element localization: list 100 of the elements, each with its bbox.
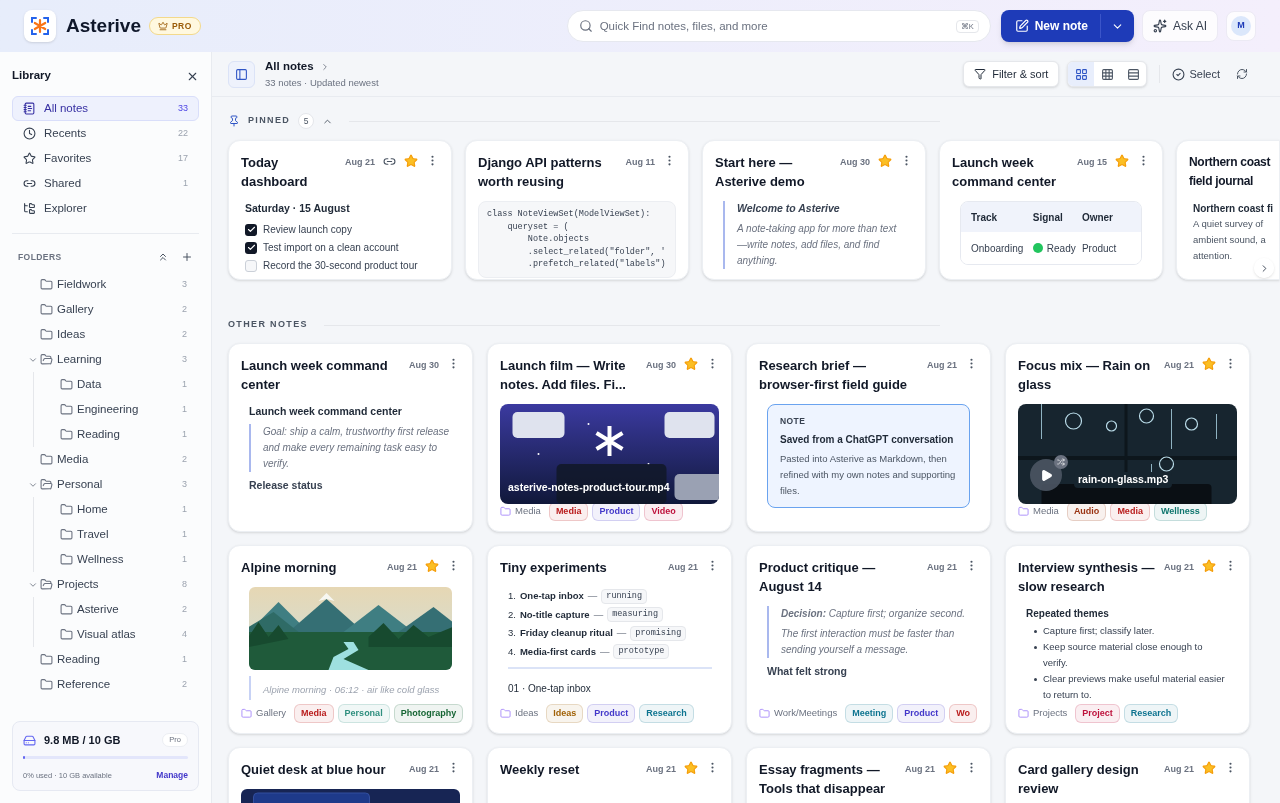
note-card[interactable]: Quiet desk at blue hour Aug 21 bbox=[228, 747, 473, 803]
folder-item[interactable]: Asterive 2 bbox=[12, 597, 199, 622]
bullet-text: Capture first; classify later. bbox=[1043, 624, 1155, 638]
folder-item[interactable]: Reference 2 bbox=[12, 672, 199, 697]
tag[interactable]: Wo bbox=[949, 703, 978, 723]
tag[interactable]: Personal bbox=[337, 703, 390, 723]
star-icon[interactable] bbox=[878, 154, 892, 168]
folder-item[interactable]: Wellness 1 bbox=[12, 547, 199, 572]
note-title: Launch week command center bbox=[952, 154, 1058, 191]
star-icon[interactable] bbox=[684, 761, 698, 775]
folder-item[interactable]: Reading 1 bbox=[12, 647, 199, 672]
note-card[interactable]: Tiny experiments Aug 21 1. One-tap inbox — running 2. No-title capture — measuring 3. Friday cleanup ritual — promising 4. Media-first cards — prototype 01 · One-tap inbox Ideas Ideas Product Research bbox=[487, 545, 732, 734]
folder-item[interactable]: Engineering 1 bbox=[12, 397, 199, 422]
note-card[interactable]: Research brief — browser-first field guide Aug 21 NOTE Saved from a ChatGPT conversation Pasted into Asterive as Markdown, then refined with my own notes and supporting files. bbox=[746, 343, 991, 532]
tag[interactable]: Audio bbox=[1066, 501, 1107, 521]
dash: — bbox=[593, 607, 604, 622]
tag[interactable]: Research bbox=[1123, 703, 1179, 723]
star-icon[interactable] bbox=[1202, 761, 1216, 775]
folder-icon bbox=[40, 678, 53, 691]
note-card[interactable]: Alpine morning Aug 21 Alpine morning · 06:12 · air like cold glass Gallery Media Personal Photography bbox=[228, 545, 473, 734]
tag[interactable]: Wellness bbox=[1153, 501, 1207, 521]
note-card[interactable]: Product critique — August 14 Aug 21 Decision: Capture first; organize second. The first interaction must be faster than sending yourself a message. What felt strong Work/Meetings Meeting Product Wo bbox=[746, 545, 991, 734]
filter-sort-button[interactable]: Filter & sort bbox=[963, 61, 1060, 87]
note-card[interactable]: Focus mix — Rain on glass Aug 21 rain-on-glass.mp3 Media Audio Media Wellness bbox=[1005, 343, 1250, 532]
note-card[interactable]: Today dashboard Aug 21 Saturday · 15 August Review launch copy Test import on a clean account Record the 30-second product tour bbox=[228, 140, 452, 280]
tag[interactable]: Meeting bbox=[845, 703, 894, 723]
tag[interactable]: Media bbox=[294, 703, 334, 723]
link-icon[interactable] bbox=[383, 155, 396, 168]
collapse-all-button[interactable] bbox=[157, 251, 169, 263]
note-card[interactable]: Essay fragments — Tools that disappear Aug 21 bbox=[746, 747, 991, 803]
select-button[interactable]: Select bbox=[1172, 65, 1220, 83]
note-card[interactable]: Launch film — Write notes. Add files. Fi... Aug 30 asterive-notes-product-tour.mp4 Media Media Product Video bbox=[487, 343, 732, 532]
folder-item[interactable]: Visual atlas 4 bbox=[12, 622, 199, 647]
nav-item[interactable]: Recents 22 bbox=[12, 121, 199, 146]
note-folder: Media bbox=[515, 504, 541, 519]
star-icon[interactable] bbox=[684, 357, 698, 371]
folder-icon bbox=[1018, 505, 1029, 517]
note-card[interactable]: Northern coast field journal Northern coast fi A quiet survey of ambient sound, a attention. bbox=[1176, 140, 1280, 280]
folder-item[interactable]: Data 1 bbox=[12, 372, 199, 397]
nav-item[interactable]: Favorites 17 bbox=[12, 146, 199, 171]
folder-icon bbox=[40, 328, 53, 341]
folder-item[interactable]: Learning 3 bbox=[12, 347, 199, 372]
checkbox[interactable] bbox=[245, 259, 257, 272]
folder-item[interactable]: Home 1 bbox=[12, 497, 199, 522]
checkbox[interactable] bbox=[245, 223, 257, 236]
note-card[interactable]: Weekly reset Aug 21 bbox=[487, 747, 732, 803]
note-card[interactable]: Django API patterns worth reusing Aug 11 class NoteViewSet(ModelViewSet): queryset = ( Note.objects .select_related("folder", ' .prefetch_related("labels") bbox=[465, 140, 689, 280]
manage-link[interactable]: Manage bbox=[156, 769, 188, 782]
tag[interactable]: Project bbox=[1075, 703, 1120, 723]
tag[interactable]: Product bbox=[587, 703, 636, 723]
dash: — bbox=[587, 589, 598, 604]
view-mode-button[interactable] bbox=[1068, 62, 1095, 86]
sidebar-toggle-button[interactable] bbox=[228, 60, 255, 88]
star-icon[interactable] bbox=[1202, 559, 1216, 573]
folder-item[interactable]: Media 2 bbox=[12, 447, 199, 472]
folder-item[interactable]: Travel 1 bbox=[12, 522, 199, 547]
callout-title: Saved from a ChatGPT conversation bbox=[780, 432, 955, 447]
nav-item[interactable]: All notes 33 bbox=[12, 96, 199, 121]
note-date: Aug 30 bbox=[646, 359, 676, 372]
star-icon[interactable] bbox=[425, 559, 439, 573]
folder-item[interactable]: Personal 3 bbox=[12, 472, 199, 497]
note-card[interactable] bbox=[1005, 545, 1250, 734]
star-icon[interactable] bbox=[404, 154, 418, 168]
nav-item[interactable]: Shared 1 bbox=[12, 171, 199, 196]
refresh-button[interactable] bbox=[1236, 68, 1248, 80]
note-card[interactable]: Launch week command center Aug 15 Track Signal Owner Onboarding Ready Product bbox=[939, 140, 1163, 280]
star-icon[interactable] bbox=[1202, 357, 1216, 371]
status-chip: running bbox=[601, 588, 648, 604]
tag[interactable]: Photography bbox=[393, 703, 464, 723]
quote-text: A note-taking app for more than text—write notes, add files, and find anything. bbox=[737, 221, 898, 268]
tag[interactable]: Media bbox=[548, 501, 589, 521]
note-folder: Gallery bbox=[256, 706, 287, 721]
tag[interactable]: Ideas bbox=[546, 703, 584, 723]
list-number: 4. bbox=[508, 644, 516, 659]
tag[interactable]: Video bbox=[644, 501, 683, 521]
tag[interactable]: Media bbox=[1110, 501, 1150, 521]
list-item-label: One-tap inbox bbox=[519, 589, 584, 604]
nav-item[interactable]: Explorer bbox=[12, 196, 199, 221]
star-icon[interactable] bbox=[1115, 154, 1129, 168]
ask-ai-button[interactable]: Ask AI bbox=[1142, 10, 1218, 42]
user-avatar[interactable]: M bbox=[1231, 16, 1251, 36]
folder-icon bbox=[60, 378, 73, 391]
tag[interactable]: Product bbox=[592, 501, 641, 521]
tag[interactable]: Research bbox=[639, 703, 694, 723]
folder-item[interactable]: Gallery 2 bbox=[12, 297, 199, 322]
note-card[interactable]: Start here — Asterive demo Aug 30 Welcome to Asterive A note-taking app for more than text—write notes, add files, and find anything. bbox=[702, 140, 926, 280]
star-icon[interactable] bbox=[943, 761, 957, 775]
tag[interactable]: Product bbox=[897, 703, 946, 723]
preview-heading: Repeated themes bbox=[1026, 607, 1110, 621]
note-card[interactable]: Launch week command center Aug 30 Launch week command center Goal: ship a calm, trustworthy first release and make every remaining task easy to verify. Release status bbox=[228, 343, 473, 532]
folder-item[interactable]: Ideas 2 bbox=[12, 322, 199, 347]
checkbox[interactable] bbox=[245, 241, 257, 254]
note-card[interactable]: Card gallery design review Aug 21 bbox=[1005, 747, 1250, 803]
plus-icon bbox=[181, 251, 193, 263]
folder-item[interactable]: Projects 8 bbox=[12, 572, 199, 597]
view-title: All notes bbox=[265, 59, 314, 75]
section-label: PINNED bbox=[248, 114, 291, 128]
folder-item[interactable]: Fieldwork 3 bbox=[12, 272, 199, 297]
add-folder-button[interactable] bbox=[181, 251, 193, 263]
folder-item[interactable]: Reading 1 bbox=[12, 422, 199, 447]
